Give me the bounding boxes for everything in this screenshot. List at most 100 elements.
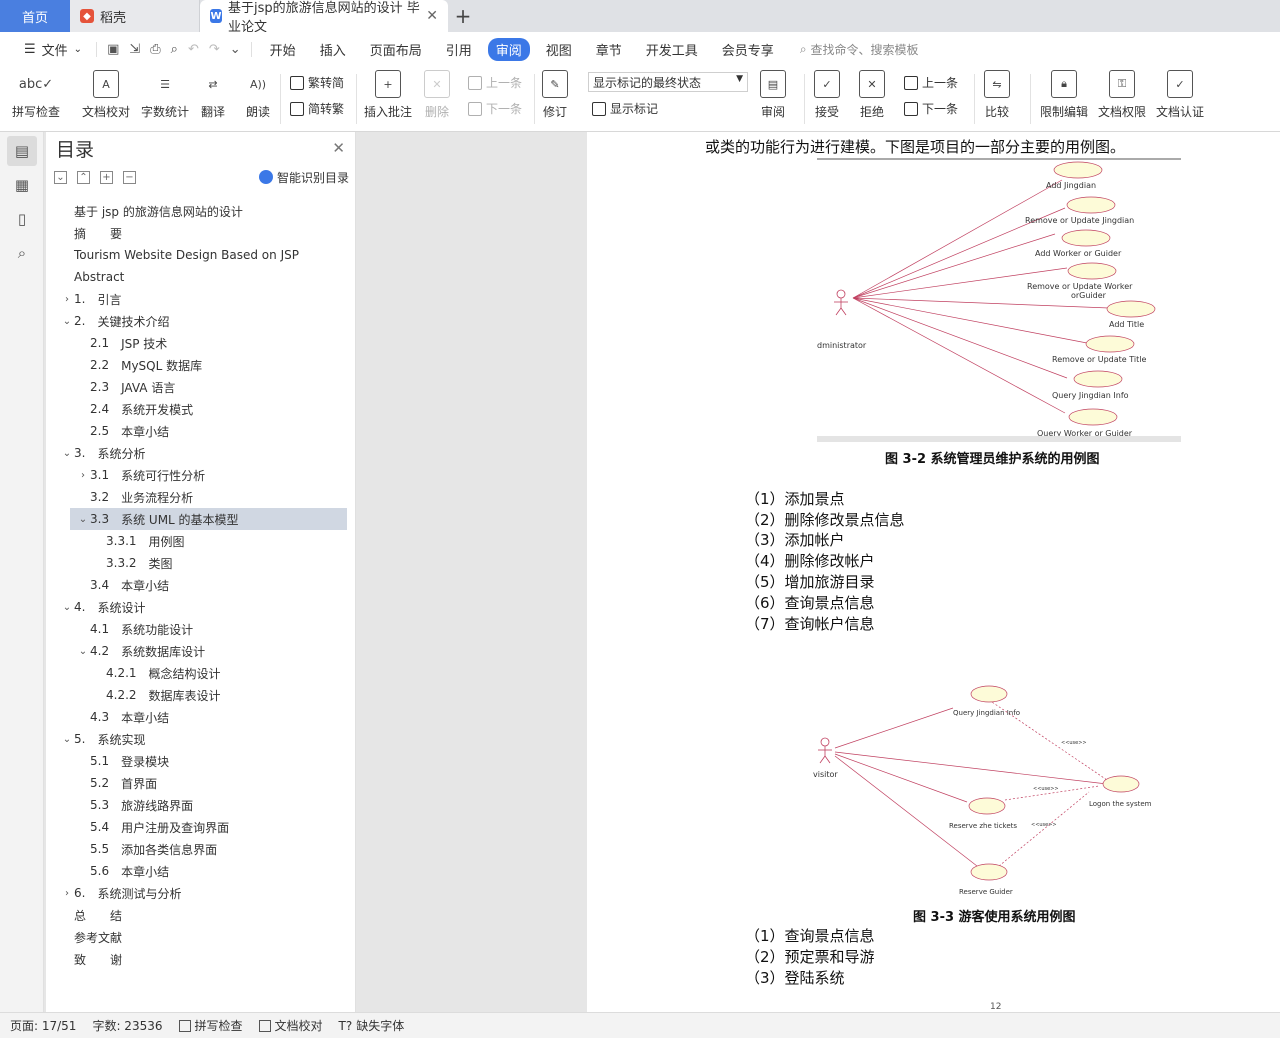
remove-heading-icon[interactable]: − — [123, 170, 136, 184]
toc-item[interactable]: 基于 jsp 的旅游信息网站的设计 — [46, 200, 355, 222]
close-icon[interactable]: ✕ — [426, 8, 438, 24]
print-icon[interactable]: ⎙ — [150, 42, 160, 57]
tab-document[interactable]: W 基于jsp的旅游信息网站的设计 毕业论文 ✕ — [200, 0, 448, 35]
toc-item[interactable]: 2.5 本章小结 — [46, 420, 355, 442]
doc-proof-button[interactable]: A 文档校对 — [82, 70, 130, 120]
menu-member[interactable]: 会员专享 — [710, 40, 786, 59]
toc-item[interactable]: Abstract — [46, 266, 355, 288]
toc-item[interactable]: 5.3 旅游线路界面 — [46, 794, 355, 816]
display-state-select[interactable]: 显示标记的最终状态 ▼ — [588, 72, 748, 92]
undo-icon[interactable]: ↶ — [188, 42, 199, 57]
toc-item[interactable]: 总 结 — [46, 904, 355, 926]
menu-review[interactable]: 审阅 — [487, 37, 530, 61]
next-change-button[interactable]: 下一条 — [904, 100, 958, 117]
toc-item[interactable]: › 3.1 系统可行性分析 — [46, 464, 355, 486]
chevron-right-icon[interactable]: › — [60, 294, 74, 305]
chevron-down-icon[interactable]: ⌄ — [60, 448, 74, 459]
review-pane-button[interactable]: ▤ 审阅 — [760, 70, 786, 120]
simp-to-trad-button[interactable]: 简转繁 — [290, 100, 344, 117]
toc-item[interactable]: 5.5 添加各类信息界面 — [46, 838, 355, 860]
toc-item[interactable]: ⌄ 2. 关键技术介绍 — [46, 310, 355, 332]
translate-button[interactable]: ⇄ 翻译 — [200, 70, 226, 120]
toc-item[interactable]: Tourism Website Design Based on JSP — [46, 244, 355, 266]
delete-comment-button[interactable]: ✕ 删除 — [424, 70, 450, 120]
new-tab-button[interactable]: + — [448, 0, 478, 32]
menu-insert[interactable]: 插入 — [308, 40, 358, 59]
menu-layout[interactable]: 页面布局 — [358, 40, 434, 59]
toc-item[interactable]: 4.2.2 数据库表设计 — [46, 684, 355, 706]
menu-developer[interactable]: 开发工具 — [634, 40, 710, 59]
toc-item[interactable]: 2.3 JAVA 语言 — [46, 376, 355, 398]
page-indicator[interactable]: 页面: 17/51 — [10, 1017, 76, 1034]
accept-button[interactable]: ✓ 接受 — [814, 70, 840, 120]
chevron-right-icon[interactable]: › — [76, 470, 90, 481]
toc-item[interactable]: 3.3.2 类图 — [46, 552, 355, 574]
trad-to-simp-button[interactable]: 繁转简 — [290, 74, 344, 91]
toc-item[interactable]: 4.3 本章小结 — [46, 706, 355, 728]
export-icon[interactable]: ⇲ — [129, 42, 140, 57]
track-changes-button[interactable]: ✎ 修订 — [542, 70, 568, 120]
smart-toc-button[interactable]: 智能识别目录 — [258, 169, 349, 186]
menu-start[interactable]: 开始 — [258, 40, 308, 59]
toc-item[interactable]: 参考文献 — [46, 926, 355, 948]
word-count-indicator[interactable]: 字数: 23536 — [92, 1017, 162, 1034]
add-heading-icon[interactable]: + — [100, 170, 113, 184]
spell-check-button[interactable]: abc✓ 拼写检查 — [12, 70, 60, 120]
show-marks-button[interactable]: 显示标记 — [592, 100, 658, 117]
chevron-right-icon[interactable]: › — [60, 888, 74, 899]
menu-view[interactable]: 视图 — [534, 40, 584, 59]
toc-item[interactable]: 5.2 首界面 — [46, 772, 355, 794]
toc-item[interactable]: 5.6 本章小结 — [46, 860, 355, 882]
toc-item[interactable]: 2.4 系统开发模式 — [46, 398, 355, 420]
toc-item[interactable]: ⌄ 3.3 系统 UML 的基本模型 — [70, 508, 347, 530]
toc-item[interactable]: 2.1 JSP 技术 — [46, 332, 355, 354]
toc-icon[interactable]: ▤ — [7, 136, 37, 166]
more-icon[interactable]: ⌄ — [230, 42, 241, 57]
prev-change-button[interactable]: 上一条 — [904, 74, 958, 91]
toc-item[interactable]: 3.4 本章小结 — [46, 574, 355, 596]
toc-item[interactable]: ⌄ 3. 系统分析 — [46, 442, 355, 464]
restrict-edit-button[interactable]: 🔒︎ 限制编辑 — [1040, 70, 1088, 120]
collapse-icon[interactable]: ⌄ — [54, 170, 67, 184]
toc-item[interactable]: 3.2 业务流程分析 — [46, 486, 355, 508]
prev-comment-button[interactable]: 上一条 — [468, 74, 522, 91]
save-icon[interactable]: ▣ — [107, 42, 119, 57]
toc-item[interactable]: 4.2.1 概念结构设计 — [46, 662, 355, 684]
read-aloud-button[interactable]: A)) 朗读 — [245, 70, 271, 120]
toc-item[interactable]: ⌄ 4. 系统设计 — [46, 596, 355, 618]
chevron-down-icon[interactable]: ⌄ — [60, 602, 74, 613]
toc-item[interactable]: 4.1 系统功能设计 — [46, 618, 355, 640]
command-search[interactable]: ⌕ 查找命令、搜索模板 — [786, 41, 919, 58]
toc-item[interactable]: 致 谢 — [46, 948, 355, 970]
bookmark-icon[interactable]: ▯ — [7, 204, 37, 234]
status-proof[interactable]: 文档校对 — [258, 1017, 323, 1034]
toc-item[interactable]: 摘 要 — [46, 222, 355, 244]
toc-item[interactable]: 3.3.1 用例图 — [46, 530, 355, 552]
tab-home[interactable]: 首页 — [0, 0, 70, 32]
toc-item[interactable]: ⌄ 4.2 系统数据库设计 — [46, 640, 355, 662]
preview-icon[interactable]: ⌕ — [171, 42, 178, 57]
chevron-down-icon[interactable]: ⌄ — [60, 734, 74, 745]
doc-cert-button[interactable]: ✓ 文档认证 — [1156, 70, 1204, 120]
toc-item[interactable]: 2.2 MySQL 数据库 — [46, 354, 355, 376]
toc-item[interactable]: ⌄ 5. 系统实现 — [46, 728, 355, 750]
toc-item[interactable]: › 1. 引言 — [46, 288, 355, 310]
tab-docer[interactable]: ◆ 稻壳 — [70, 0, 200, 32]
chevron-down-icon[interactable]: ⌄ — [76, 514, 90, 525]
status-missing-font[interactable]: T? 缺失字体 — [339, 1017, 405, 1034]
menu-references[interactable]: 引用 — [434, 40, 484, 59]
file-menu[interactable]: ☰ 文件 ⌄ — [12, 40, 96, 59]
toc-item[interactable]: 5.1 登录模块 — [46, 750, 355, 772]
chevron-down-icon[interactable]: ⌄ — [76, 646, 90, 657]
insert-comment-button[interactable]: + 插入批注 — [364, 70, 412, 120]
doc-permission-button[interactable]: ⚿ 文档权限 — [1098, 70, 1146, 120]
expand-icon[interactable]: ⌃ — [77, 170, 90, 184]
chapter-nav-icon[interactable]: ▦ — [7, 170, 37, 200]
document-page[interactable]: 或类的功能行为进行建模。下图是项目的一部分主要的用例图。 dministrato… — [587, 132, 1280, 1012]
reject-button[interactable]: ✕ 拒绝 — [859, 70, 885, 120]
search-icon[interactable]: ⌕ — [7, 238, 37, 268]
word-count-button[interactable]: ☰ 字数统计 — [141, 70, 189, 120]
toc-item[interactable]: › 6. 系统测试与分析 — [46, 882, 355, 904]
chevron-down-icon[interactable]: ⌄ — [60, 316, 74, 327]
menu-chapter[interactable]: 章节 — [584, 40, 634, 59]
